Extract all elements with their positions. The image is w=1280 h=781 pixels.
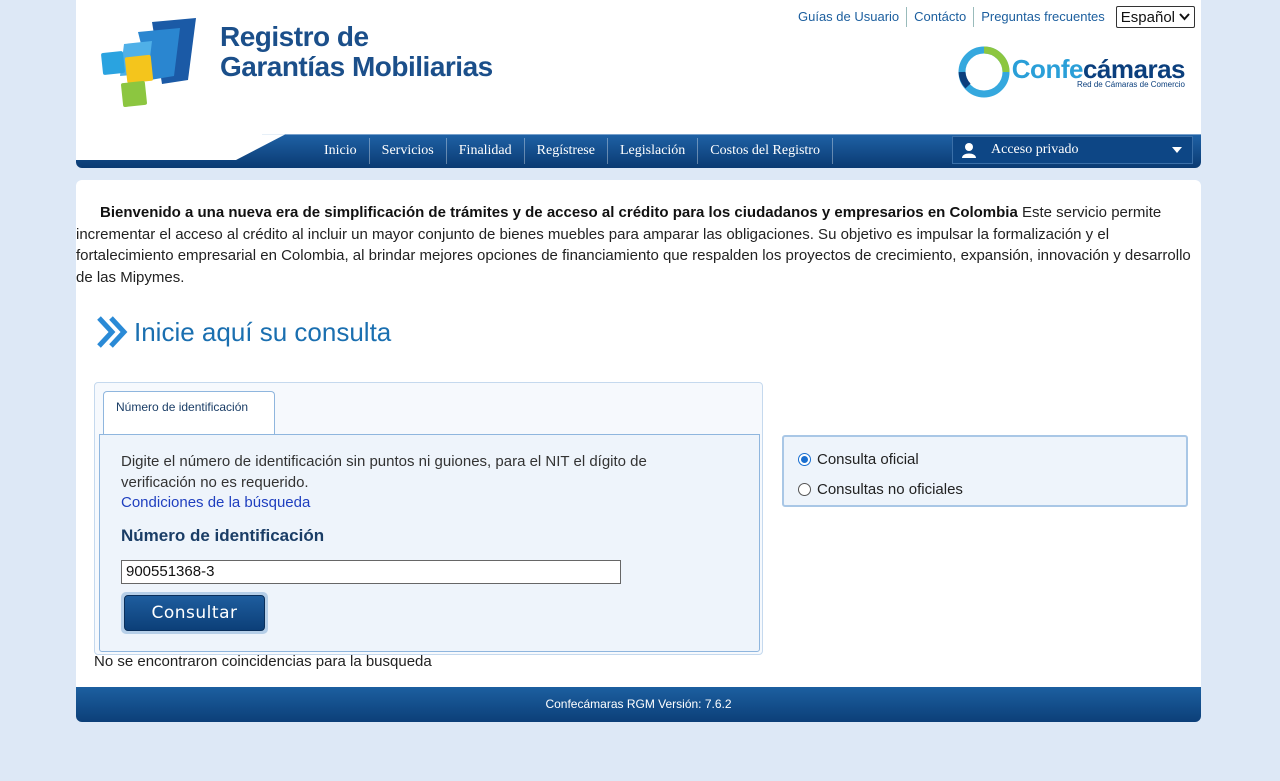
radio-selected[interactable] <box>798 453 811 466</box>
section-title: Inicie aquí su consulta <box>96 316 391 348</box>
logo-line-2: Garantías Mobiliarias <box>220 51 493 82</box>
double-chevron-right-icon <box>97 316 128 348</box>
intro-heading: Bienvenido a una nueva era de simplifica… <box>100 204 1018 221</box>
language-select[interactable]: Español <box>1115 6 1195 28</box>
unofficial-query-label: Consultas no oficiales <box>817 481 963 498</box>
unofficial-query-option[interactable]: Consultas no oficiales <box>798 481 963 498</box>
utility-links: Guías de Usuario Contácto Preguntas frec… <box>791 6 1195 28</box>
main-content: Bienvenido a una nueva era de simplifica… <box>76 180 1201 690</box>
consult-button-frame: Consultar <box>121 592 268 634</box>
wordmark-light: Confe <box>1011 53 1084 84</box>
official-query-option[interactable]: Consulta oficial <box>798 451 919 468</box>
confecamaras-wordmark: Confecámaras Red de Cámaras de Comercio <box>1011 53 1186 89</box>
nav-inicio[interactable]: Inicio <box>312 138 370 164</box>
query-type-panel: Consulta oficial Consultas no oficiales <box>782 435 1188 507</box>
site-footer: Confecámaras RGM Versión: 7.6.2 <box>76 687 1201 722</box>
search-conditions-link[interactable]: Condiciones de la búsqueda <box>121 494 310 511</box>
main-nav: Inicio Servicios Finalidad Regístrese Le… <box>76 134 1201 168</box>
radio-unselected[interactable] <box>798 483 811 496</box>
nav-legislacion[interactable]: Legislación <box>608 138 699 164</box>
user-icon <box>962 143 976 158</box>
logo-line-1: Registro de <box>220 21 369 52</box>
chevron-down-icon <box>1179 13 1190 21</box>
search-form: Digite el número de identificación sin p… <box>99 434 760 652</box>
tab-identification-number[interactable]: Número de identificación <box>103 391 275 435</box>
rgm-logo-icon[interactable] <box>100 14 200 110</box>
nav-finalidad[interactable]: Finalidad <box>447 138 525 164</box>
id-number-input[interactable]: 900551368-3 <box>121 560 621 584</box>
section-title-text: Inicie aquí su consulta <box>134 316 392 347</box>
search-panel: Número de identificación Digite el númer… <box>94 382 763 655</box>
nav-items: Inicio Servicios Finalidad Regístrese Le… <box>312 138 833 164</box>
nav-servicios[interactable]: Servicios <box>370 138 447 164</box>
chevron-down-icon <box>1172 147 1182 153</box>
site-header: Registro de Garantías Mobiliarias Guías … <box>76 0 1201 168</box>
id-field-label: Número de identificación <box>121 526 325 545</box>
private-access-label: Acceso privado <box>991 142 1079 157</box>
faq-link[interactable]: Preguntas frecuentes <box>974 6 1112 28</box>
language-value: Español <box>1120 8 1175 26</box>
contact-link[interactable]: Contácto <box>907 6 973 28</box>
confecamaras-logo[interactable]: Confecámaras Red de Cámaras de Comercio <box>958 46 1186 98</box>
search-instructions: Digite el número de identificación sin p… <box>121 453 647 491</box>
user-guides-link[interactable]: Guías de Usuario <box>791 6 906 28</box>
private-access-dropdown[interactable]: Acceso privado <box>952 136 1193 164</box>
site-logo-text[interactable]: Registro de Garantías Mobiliarias <box>220 22 493 82</box>
confecamaras-ring-icon <box>958 46 1010 98</box>
consult-button[interactable]: Consultar <box>124 595 265 631</box>
no-results-message: No se encontraron coincidencias para la … <box>94 653 432 670</box>
wordmark-bold: cámaras <box>1082 53 1186 84</box>
official-query-label: Consulta oficial <box>817 451 919 468</box>
nav-registrese[interactable]: Regístrese <box>525 138 608 164</box>
intro-paragraph: Bienvenido a una nueva era de simplifica… <box>76 202 1201 288</box>
version-text: Confecámaras RGM Versión: 7.6.2 <box>545 697 732 711</box>
nav-costos[interactable]: Costos del Registro <box>698 138 833 164</box>
